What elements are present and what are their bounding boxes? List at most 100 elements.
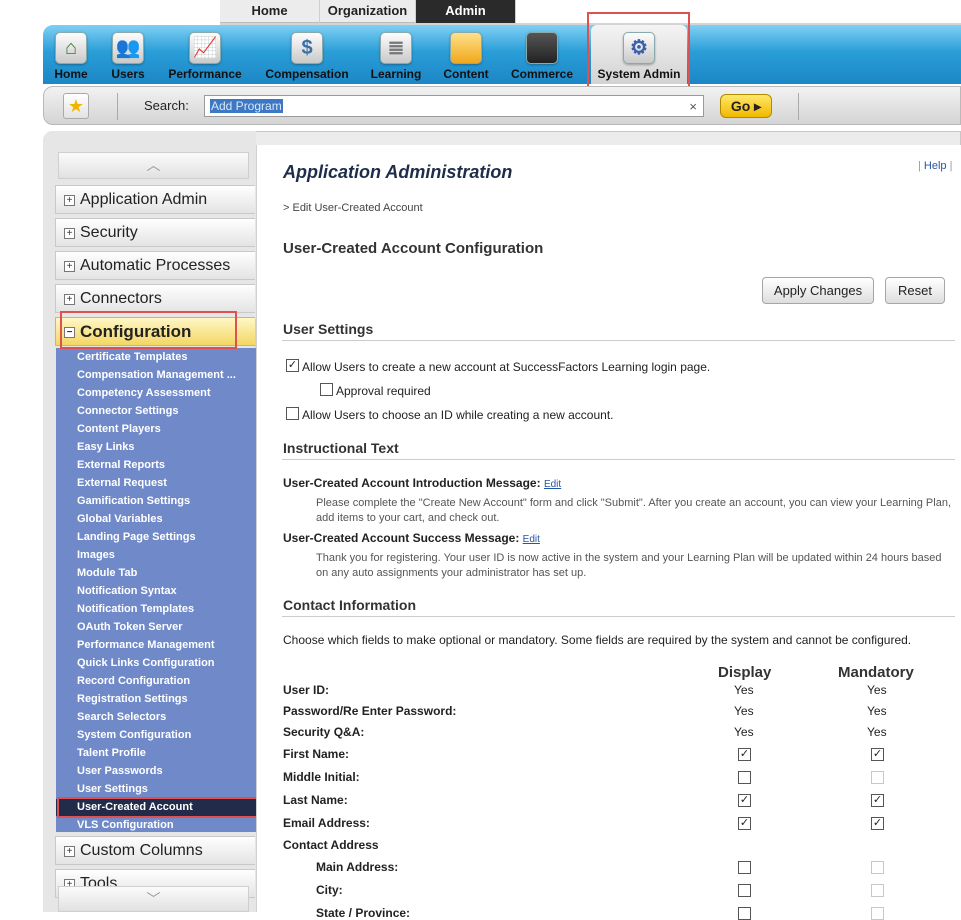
submenu-item[interactable]: Connector Settings <box>77 405 178 417</box>
submenu-item[interactable]: Global Variables <box>77 513 163 525</box>
edit-intro-link[interactable]: Edit <box>544 479 561 490</box>
module-label: Learning <box>370 67 422 81</box>
submenu-item[interactable]: Search Selectors <box>77 711 166 723</box>
allow-choose-id-label: Allow Users to choose an ID while creati… <box>302 408 614 422</box>
field-label: Email Address: <box>283 816 370 830</box>
module-label: Commerce <box>510 67 574 81</box>
submenu-item[interactable]: Notification Syntax <box>77 585 177 597</box>
submenu-item[interactable]: External Reports <box>77 459 165 471</box>
submenu-item[interactable]: Quick Links Configuration <box>77 657 215 669</box>
compensation-icon: $ <box>291 32 323 64</box>
module-bar: ⌂ Home 👥 Users 📈 Performance $ Compensat… <box>43 25 961 84</box>
edit-success-link[interactable]: Edit <box>523 534 540 545</box>
allow-choose-id-checkbox[interactable] <box>286 407 299 420</box>
performance-chart-icon: 📈 <box>189 32 221 64</box>
search-label: Search: <box>144 98 189 113</box>
apply-changes-button[interactable]: Apply Changes <box>762 277 874 304</box>
module-label: Home <box>54 67 88 81</box>
divider <box>282 616 955 617</box>
submenu-item[interactable]: Easy Links <box>77 441 134 453</box>
submenu-item[interactable]: Landing Page Settings <box>77 531 196 543</box>
display-checkbox[interactable] <box>738 907 751 920</box>
module-home[interactable]: ⌂ Home <box>49 25 93 84</box>
intro-message-label: User-Created Account Introduction Messag… <box>283 476 541 490</box>
module-label: Performance <box>168 67 242 81</box>
submenu-item[interactable]: Gamification Settings <box>77 495 190 507</box>
mandatory-checkbox <box>871 771 884 784</box>
display-value: Yes <box>734 725 754 739</box>
module-performance[interactable]: 📈 Performance <box>163 25 247 84</box>
mandatory-checkbox <box>871 884 884 897</box>
expand-icon: + <box>64 846 75 857</box>
submenu-item[interactable]: Performance Management <box>77 639 215 651</box>
submenu-item[interactable]: External Request <box>77 477 167 489</box>
display-checkbox[interactable] <box>738 884 751 897</box>
submenu-item[interactable]: Content Players <box>77 423 161 435</box>
user-settings-heading: User Settings <box>283 321 374 337</box>
submenu-item[interactable]: Record Configuration <box>77 675 190 687</box>
module-compensation[interactable]: $ Compensation <box>261 25 353 84</box>
submenu-item[interactable]: Module Tab <box>77 567 137 579</box>
display-checkbox[interactable]: ✓ <box>738 794 751 807</box>
mandatory-checkbox[interactable]: ✓ <box>871 817 884 830</box>
nav-connectors[interactable]: + Connectors <box>55 284 255 313</box>
module-content[interactable]: Content <box>437 25 495 84</box>
top-tabs: Home Organization Admin <box>220 0 516 23</box>
reset-button[interactable]: Reset <box>885 277 945 304</box>
submenu-item[interactable]: System Configuration <box>77 729 191 741</box>
contact-info-heading: Contact Information <box>283 597 416 613</box>
mandatory-checkbox[interactable]: ✓ <box>871 794 884 807</box>
field-label: Last Name: <box>283 793 348 807</box>
nav-label: Custom Columns <box>80 842 203 859</box>
module-commerce[interactable]: Commerce <box>507 25 577 84</box>
submenu-item[interactable]: User Passwords <box>77 765 163 777</box>
field-label: Middle Initial: <box>283 770 360 784</box>
scroll-down-button[interactable]: ﹀ <box>58 886 249 912</box>
submenu-item[interactable]: Images <box>77 549 115 561</box>
field-label: First Name: <box>283 747 350 761</box>
favorites-star-icon[interactable]: ★ <box>63 93 89 119</box>
mandatory-value: Yes <box>867 683 887 697</box>
tab-organization[interactable]: Organization <box>320 0 416 23</box>
submenu-item[interactable]: VLS Configuration <box>77 819 174 831</box>
module-users[interactable]: 👥 Users <box>105 25 151 84</box>
allow-create-account-checkbox[interactable]: ✓ <box>286 359 299 372</box>
clear-search-icon[interactable]: × <box>689 99 697 114</box>
display-checkbox[interactable]: ✓ <box>738 817 751 830</box>
expand-icon: + <box>64 294 75 305</box>
divider <box>117 93 118 120</box>
help-link[interactable]: Help <box>924 160 947 172</box>
search-input[interactable]: Add Program × <box>204 95 704 117</box>
field-label: City: <box>316 883 343 897</box>
folder-icon <box>450 32 482 64</box>
submenu-item[interactable]: Compensation Management ... <box>77 369 236 381</box>
submenu-item[interactable]: OAuth Token Server <box>77 621 183 633</box>
submenu-item[interactable]: Competency Assessment <box>77 387 210 399</box>
tab-home[interactable]: Home <box>220 0 320 23</box>
breadcrumb: > Edit User-Created Account <box>283 202 423 214</box>
approval-required-checkbox[interactable] <box>320 383 333 396</box>
page-title: Application Administration <box>283 162 513 182</box>
display-checkbox[interactable] <box>738 861 751 874</box>
nav-security[interactable]: + Security <box>55 218 255 247</box>
display-checkbox[interactable] <box>738 771 751 784</box>
tab-admin[interactable]: Admin <box>416 0 516 23</box>
display-checkbox[interactable]: ✓ <box>738 748 751 761</box>
search-value: Add Program <box>210 99 283 113</box>
submenu-item[interactable]: Registration Settings <box>77 693 188 705</box>
submenu-item[interactable]: Notification Templates <box>77 603 194 615</box>
nav-application-admin[interactable]: + Application Admin <box>55 185 255 214</box>
scroll-up-button[interactable]: ︿ <box>58 152 249 179</box>
go-button[interactable]: Go ▸ <box>720 94 772 118</box>
mandatory-checkbox[interactable]: ✓ <box>871 748 884 761</box>
submenu-item[interactable]: User Settings <box>77 783 148 795</box>
nav-automatic-processes[interactable]: + Automatic Processes <box>55 251 255 280</box>
module-learning[interactable]: ≣ Learning <box>365 25 427 84</box>
submenu-item[interactable]: Certificate Templates <box>77 351 187 363</box>
divider <box>798 93 799 120</box>
nav-custom-columns[interactable]: + Custom Columns <box>55 836 255 865</box>
submenu-item[interactable]: Talent Profile <box>77 747 146 759</box>
display-value: Yes <box>734 683 754 697</box>
users-icon: 👥 <box>112 32 144 64</box>
nav-label: Connectors <box>80 290 162 307</box>
